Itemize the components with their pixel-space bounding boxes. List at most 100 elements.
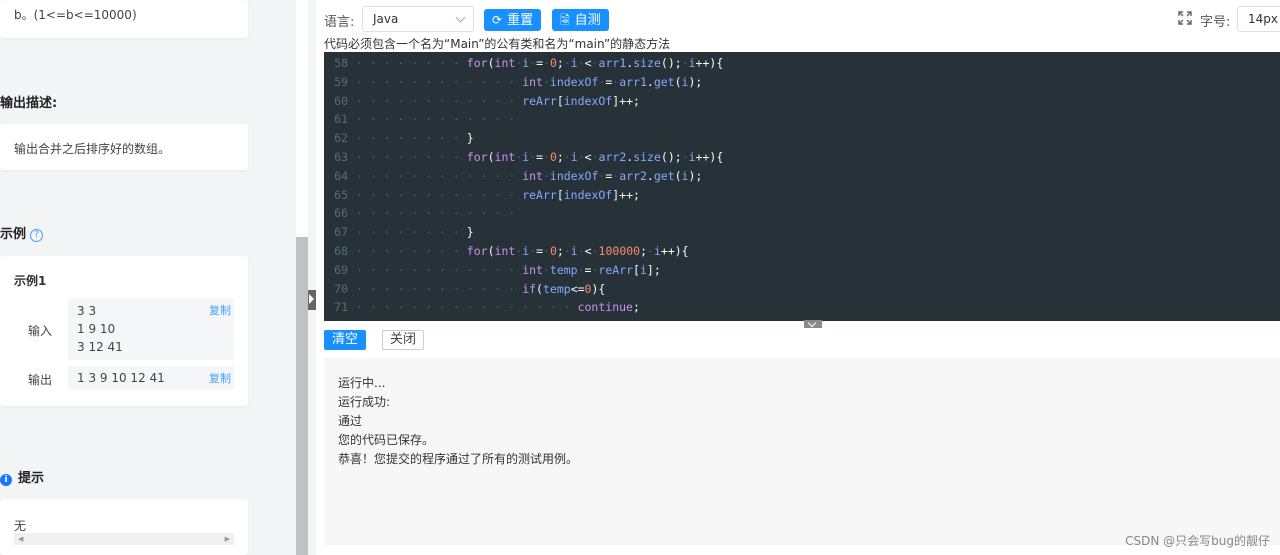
resize-splitter[interactable] [804, 318, 822, 328]
watermark: CSDN @只会写bug的靓仔 [1125, 534, 1270, 548]
line-number: 62 [334, 131, 348, 146]
code-text: · · · · · · · · } [356, 131, 474, 146]
code-line[interactable]: 64 · · · · · · · · · · · · int·indexOf·=·… [324, 167, 1280, 186]
horizontal-scrollbar[interactable]: ◀ ▶ [14, 533, 234, 545]
code-text: · · · · · · · · · · · · int·indexOf·=·ar… [356, 74, 703, 89]
input-line: 1 9 10 [77, 322, 116, 336]
reset-label: 重置 [507, 13, 534, 28]
chevron-down-icon [455, 12, 466, 23]
line-number: 64 [334, 168, 348, 183]
language-label: 语言: [324, 15, 355, 30]
line-number: 70 [334, 281, 348, 296]
line-number: 66 [334, 206, 348, 221]
input-description-card: b。(1<=b<=10000) [0, 0, 248, 38]
code-line[interactable]: 63 · · · · · · · · for(int·i·=·0;·i·<·arr… [324, 148, 1280, 167]
fullscreen-icon[interactable] [1178, 11, 1192, 25]
hint-card: 无 ◀ ▶ [0, 499, 248, 555]
refresh-icon: ⟳ [492, 13, 503, 27]
code-text: · · · · · · · · · · · · int·temp·=·reArr… [356, 262, 661, 277]
collapse-panel-button[interactable] [308, 290, 316, 310]
console-line: 运行中... [338, 376, 386, 390]
help-icon[interactable]: ? [30, 229, 44, 242]
language-value: Java [373, 12, 399, 26]
hint-section-title: i 提示 [0, 467, 44, 486]
code-text: · · · · · · · · · · · · reArr[indexOf]++… [356, 93, 640, 108]
code-line[interactable]: 67 · · · · · · · · } [324, 223, 1280, 242]
output-value: 1 3 9 10 12 41 [77, 371, 165, 385]
console-line: 恭喜！您提交的程序通过了所有的测试用例。 [338, 452, 579, 466]
code-line[interactable]: 61 · · · · · · · · · · · · [324, 110, 1280, 129]
line-number: 69 [334, 262, 348, 277]
info-icon: i [0, 474, 12, 486]
console-line: 您的代码已保存。 [338, 433, 435, 447]
code-text: · · · · · · · · · · · · if(temp<=0){ [356, 281, 606, 296]
code-text: · · · · · · · · for(int·i·=·0;·i·<·arr2.… [356, 150, 724, 164]
console-toolbar: 清空 关闭 [316, 328, 1280, 358]
code-line[interactable]: 65 · · · · · · · · · · · · reArr[indexOf]… [324, 186, 1280, 205]
scroll-left-icon[interactable]: ◀ [18, 535, 23, 543]
code-text: · · · · · · · · · · · · reArr[indexOf]++… [356, 187, 640, 202]
console-line: 运行成功: [338, 395, 391, 409]
input-label: 输入 [28, 324, 53, 338]
editor-panel: 语言: Java ⟳ 重置 🗟 自测 字号: 14px 代码必须包含一个名为“Mai… [316, 0, 1280, 555]
line-number: 68 [334, 244, 348, 258]
input-line: 3 3 [77, 304, 97, 318]
code-line[interactable]: 60 · · · · · · · · · · · · reArr[indexOf]… [324, 92, 1280, 111]
example-section-title: 示例? [0, 223, 44, 242]
copy-input-button[interactable]: 复制 [209, 302, 231, 318]
code-text: · · · · · · · · for(int·i·=·0;·i·<·10000… [356, 244, 689, 258]
font-size-value: 14px [1248, 12, 1278, 26]
code-line[interactable]: 58 · · · · · · · · for(int·i·=·0;·i·<·arr… [324, 54, 1280, 73]
chevron-right-icon [309, 294, 314, 304]
line-number: 61 [334, 112, 348, 127]
line-number: 71 [334, 300, 348, 315]
code-line[interactable]: 59 · · · · · · · · · · · · int·indexOf·=·… [324, 73, 1280, 92]
reset-button[interactable]: ⟳ 重置 [484, 9, 542, 31]
code-line[interactable]: 62 · · · · · · · · } [324, 129, 1280, 148]
console-line: 通过 [338, 414, 363, 428]
problem-panel: b。(1<=b<=10000) 输出描述: 输出合并之后排序好的数组。 示例? … [0, 0, 262, 555]
font-size-select[interactable]: 14px [1237, 6, 1280, 32]
scroll-right-icon[interactable]: ▶ [225, 535, 230, 543]
copy-output-button[interactable]: 复制 [209, 370, 231, 386]
editor-hint: 代码必须包含一个名为“Main”的公有类和名为“main”的静态方法 [324, 37, 671, 51]
line-number: 58 [334, 56, 348, 70]
code-line[interactable]: 70 · · · · · · · · · · · · if(temp<=0){ [324, 280, 1280, 299]
left-panel-scroll-thumb[interactable] [296, 237, 308, 555]
test-icon: 🗟 [560, 13, 570, 27]
code-line[interactable]: 68 · · · · · · · · for(int·i·=·0;·i·<·100… [324, 242, 1280, 261]
code-text: · · · · · · · · · · · · · · · · continue… [356, 300, 640, 315]
code-text: · · · · · · · · } [356, 225, 474, 240]
chevron-down-icon [807, 318, 817, 328]
console-output: 运行中... 运行成功: 通过 您的代码已保存。 恭喜！您提交的程序通过了所有的… [324, 358, 1280, 545]
line-number: 65 [334, 187, 348, 202]
code-text: · · · · · · · · · · · · int·indexOf·=·ar… [356, 168, 703, 183]
code-line[interactable]: 69 · · · · · · · · · · · · int·temp·=·reA… [324, 261, 1280, 280]
example-card: 示例1 输入 3 3 1 9 10 3 12 41 复制 输出 1 3 9 10… [0, 256, 248, 406]
output-description-title: 输出描述: [0, 96, 58, 111]
line-number: 63 [334, 150, 348, 164]
hint-text: 无 [14, 519, 27, 533]
hint-title-text: 提示 [18, 471, 45, 486]
code-line[interactable]: 71 · · · · · · · · · · · · · · · · contin… [324, 298, 1280, 317]
line-number: 60 [334, 93, 348, 108]
example-title-text: 示例 [0, 227, 27, 242]
self-test-button[interactable]: 🗟 自测 [552, 9, 609, 31]
output-label: 输出 [28, 373, 53, 387]
input-line: 3 12 41 [77, 340, 123, 354]
output-description-text: 输出合并之后排序好的数组。 [14, 142, 171, 156]
example1-title: 示例1 [14, 274, 47, 288]
output-description-card: 输出合并之后排序好的数组。 [0, 124, 248, 170]
font-size-label: 字号: [1200, 15, 1231, 30]
code-line[interactable]: 66 · · · · · · · · · · · · [324, 204, 1280, 223]
code-text: · · · · · · · · · · · · [356, 112, 516, 127]
code-text: · · · · · · · · · · · · [356, 206, 516, 221]
line-number: 59 [334, 74, 348, 89]
close-button[interactable]: 关闭 [382, 330, 424, 350]
clear-button[interactable]: 清空 [324, 330, 366, 350]
code-editor[interactable]: 58 · · · · · · · · for(int·i·=·0;·i·<·arr… [324, 52, 1280, 321]
code-text: · · · · · · · · for(int·i·=·0;·i·<·arr1.… [356, 56, 724, 70]
input-description-text: b。(1<=b<=10000) [14, 8, 137, 22]
self-test-label: 自测 [574, 13, 601, 28]
language-select[interactable]: Java [362, 6, 474, 32]
